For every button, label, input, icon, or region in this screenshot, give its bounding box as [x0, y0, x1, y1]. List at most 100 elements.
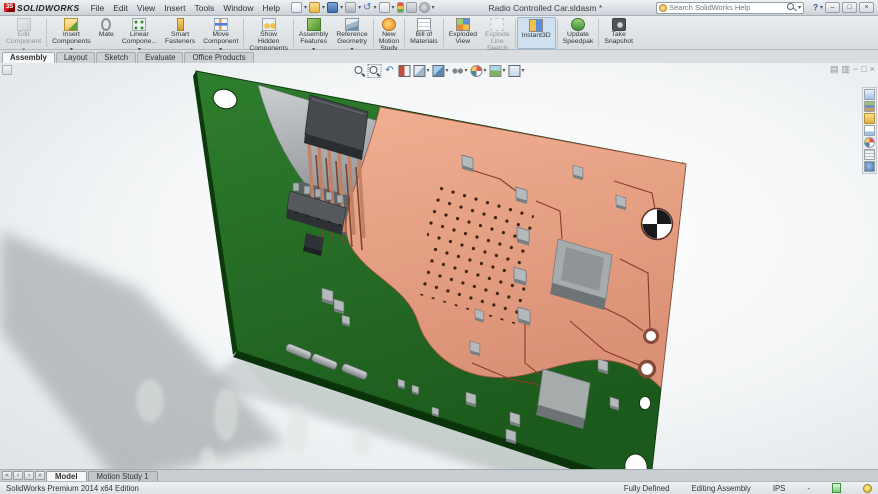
minimize-button[interactable]: – — [825, 2, 840, 13]
close-button[interactable]: × — [859, 2, 874, 13]
instant3d-icon — [529, 19, 543, 32]
move-component-icon — [214, 18, 228, 31]
ribbon-button-exploded-view[interactable]: Exploded View — [445, 17, 481, 49]
ribbon-button-assembly-features[interactable]: Assembly Features▾ — [295, 17, 332, 49]
doc-restore-icon[interactable]: □ — [861, 64, 866, 75]
open-dropdown[interactable]: ▾ — [322, 5, 325, 11]
pane-left-icon[interactable]: ▤ — [830, 64, 839, 75]
tab-office-products[interactable]: Office Products — [184, 52, 253, 63]
select-dropdown[interactable]: ▾ — [392, 5, 395, 11]
save-icon[interactable] — [327, 2, 338, 13]
document-window-controls: ▤ ▥ − □ × — [830, 64, 875, 75]
search-box[interactable]: ▾ — [656, 2, 804, 14]
print-dropdown[interactable]: ▾ — [358, 5, 361, 11]
quick-tips-icon[interactable] — [863, 484, 872, 493]
view-orientation-icon[interactable] — [413, 65, 425, 77]
tab-scroll-prev[interactable]: ‹ — [13, 471, 23, 480]
ribbon-button-insert-components[interactable]: Insert Components▾ — [48, 17, 95, 49]
maximize-button[interactable]: □ — [842, 2, 857, 13]
ribbon-button-linear-component-pattern[interactable]: Linear Compone...▾ — [118, 17, 161, 49]
ribbon-button-bill-of-materials[interactable]: Bill of Materials — [406, 17, 442, 49]
apply-scene-icon[interactable] — [490, 65, 502, 77]
options-dropdown[interactable]: ▾ — [432, 5, 435, 11]
view-settings-icon[interactable] — [509, 65, 521, 77]
menu-view[interactable]: View — [137, 3, 155, 13]
command-manager-ribbon: Edit Component▾ Insert Components▾ Mate … — [0, 16, 878, 50]
previous-view-icon[interactable]: ↶ — [383, 65, 395, 77]
search-input[interactable] — [669, 3, 785, 12]
menu-window[interactable]: Window — [223, 3, 253, 13]
doc-minimize-icon[interactable]: − — [853, 64, 858, 75]
hide-show-items-icon[interactable] — [451, 65, 463, 77]
display-style-icon[interactable] — [432, 65, 444, 77]
reference-geometry-icon — [345, 18, 359, 31]
ribbon-button-reference-geometry[interactable]: Reference Geometry▾ — [332, 17, 371, 49]
edit-appearance-icon[interactable] — [471, 65, 483, 77]
solidworks-resources-icon[interactable] — [864, 89, 875, 100]
units-label[interactable]: IPS — [773, 484, 786, 493]
new-document-icon[interactable] — [291, 2, 302, 13]
ribbon-button-mate[interactable]: Mate — [95, 17, 118, 49]
file-explorer-icon[interactable] — [864, 113, 875, 124]
tab-scroll-next[interactable]: › — [24, 471, 34, 480]
appearances-scenes-icon[interactable] — [864, 137, 875, 148]
custom-properties-icon[interactable] — [864, 149, 875, 160]
tab-evaluate[interactable]: Evaluate — [137, 52, 183, 63]
print-icon[interactable] — [345, 2, 356, 13]
options-gear-icon[interactable] — [419, 2, 430, 13]
ribbon-button-new-motion-study[interactable]: New Motion Study — [375, 17, 403, 49]
design-library-icon[interactable] — [864, 101, 875, 112]
smart-fasteners-icon — [177, 18, 184, 31]
ribbon-button-update-speedpak[interactable]: Update Speedpak — [559, 17, 598, 49]
menu-tools[interactable]: Tools — [194, 3, 214, 13]
view-palette-icon[interactable] — [864, 125, 875, 136]
ribbon-separator — [373, 19, 374, 47]
zoom-to-area-icon[interactable] — [368, 65, 380, 77]
search-icon[interactable] — [787, 3, 796, 12]
status-extra-label: - — [807, 484, 810, 493]
menu-file[interactable]: File — [91, 3, 105, 13]
solidworks-logo: 3S SOLIDWORKS — [4, 3, 80, 13]
ribbon-separator — [598, 19, 599, 47]
tag-indicator-icon[interactable] — [832, 483, 841, 493]
menu-help[interactable]: Help — [263, 3, 280, 13]
ribbon-button-instant3d[interactable]: Instant3D — [517, 17, 556, 49]
ribbon-button-take-snapshot[interactable]: Take Snapshot — [600, 17, 637, 49]
menu-insert[interactable]: Insert — [164, 3, 185, 13]
tab-assembly[interactable]: Assembly — [2, 52, 55, 63]
pane-right-icon[interactable]: ▥ — [842, 64, 851, 75]
open-icon[interactable] — [309, 2, 320, 13]
command-manager-tabs: Assembly Layout Sketch Evaluate Office P… — [0, 50, 878, 63]
menu-edit[interactable]: Edit — [113, 3, 128, 13]
model-tab-bar: « ‹ › » Model Motion Study 1 — [0, 469, 878, 481]
rebuild-icon[interactable] — [397, 2, 404, 13]
ribbon-button-move-component[interactable]: Move Component▾ — [199, 17, 242, 49]
help-icon[interactable]: ? — [813, 3, 818, 12]
doc-close-icon[interactable]: × — [870, 64, 875, 75]
tab-scroll-last[interactable]: » — [35, 471, 45, 480]
file-properties-icon[interactable] — [406, 2, 417, 13]
tab-model[interactable]: Model — [46, 471, 87, 482]
feature-manager-collapsed-tab[interactable] — [2, 65, 12, 75]
selection-filter-icon[interactable] — [379, 2, 390, 13]
forum-icon[interactable] — [864, 161, 875, 172]
tab-motion-study-1[interactable]: Motion Study 1 — [88, 471, 158, 482]
graphics-area[interactable]: ↶ ▾ ▾ ▾ ▾ ▾ ▾ ▤ ▥ − □ × — [0, 63, 878, 469]
help-dropdown[interactable]: ▾ — [820, 5, 823, 11]
zoom-to-fit-icon[interactable] — [353, 65, 365, 77]
task-pane-strip — [862, 87, 877, 174]
undo-icon[interactable]: ↺ — [363, 2, 371, 13]
help-spark-icon — [659, 4, 667, 12]
tab-layout[interactable]: Layout — [56, 52, 95, 63]
undo-dropdown[interactable]: ▾ — [373, 5, 376, 11]
tab-scroll-first[interactable]: « — [2, 471, 12, 480]
ribbon-button-show-hidden-components[interactable]: Show Hidden Components — [245, 17, 292, 49]
mate-icon — [101, 18, 111, 31]
new-dropdown[interactable]: ▾ — [304, 5, 307, 11]
status-bar: SolidWorks Premium 2014 x64 Edition Full… — [0, 481, 878, 494]
section-view-icon[interactable] — [398, 65, 410, 77]
tab-sketch[interactable]: Sketch — [96, 52, 136, 63]
ribbon-button-smart-fasteners[interactable]: Smart Fasteners — [161, 17, 199, 49]
save-dropdown[interactable]: ▾ — [340, 5, 343, 11]
search-dropdown[interactable]: ▾ — [798, 5, 801, 11]
